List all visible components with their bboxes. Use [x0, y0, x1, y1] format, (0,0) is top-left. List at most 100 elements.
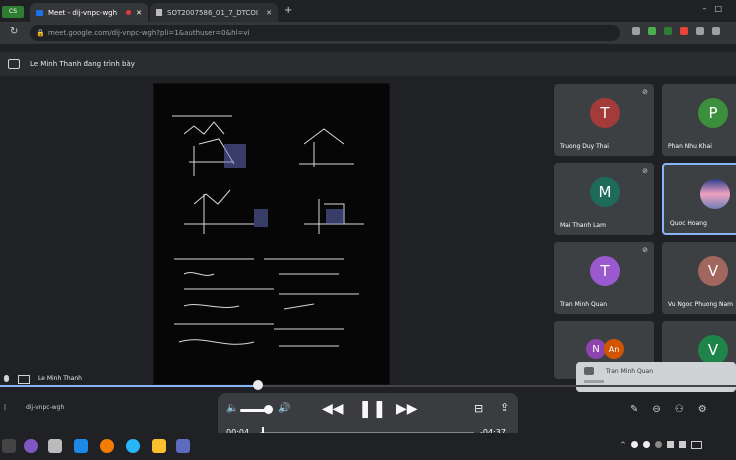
tray-icon — [654, 441, 662, 448]
tab-label: Meet - dij-vnpc-wgh — [48, 8, 118, 17]
reload-icon[interactable]: ↻ — [10, 26, 18, 37]
battery-icon — [690, 441, 702, 449]
toast-message-line — [584, 380, 604, 383]
mic-off-icon: ⊘ — [642, 246, 648, 254]
participant-name: Quoc Hoang — [670, 220, 707, 227]
pause-icon[interactable]: ❚❚ — [358, 399, 387, 419]
participant-tile[interactable]: V Vu Ngoc Phuong Nam — [662, 242, 736, 314]
rewind-icon[interactable]: ◀◀ — [322, 401, 344, 417]
participant-tile[interactable]: ⊘ M Mai Thanh Lam — [554, 163, 654, 235]
meet-progress-track — [0, 385, 736, 387]
recording-dot-icon — [126, 10, 132, 15]
participant-name: Truong Duy Thai — [560, 143, 609, 150]
meet-progress-fill — [0, 385, 258, 387]
pen-icon[interactable]: ✎ — [630, 404, 638, 415]
shared-screen — [153, 83, 390, 385]
meet-tab-icon — [36, 9, 43, 16]
participant-tile-speaking[interactable]: Quoc Hoang — [662, 163, 736, 235]
trim-icon[interactable]: ⊟ — [474, 402, 483, 415]
volume-fill — [240, 409, 266, 412]
window-controls: –□ — [702, 4, 730, 13]
tray-icon — [630, 441, 638, 448]
tray-icon — [642, 441, 650, 448]
screen-share-icon — [18, 375, 30, 384]
browser-icon[interactable] — [100, 439, 114, 453]
tab-meet[interactable]: Meet - dij-vnpc-wgh ✕ — [30, 3, 148, 22]
tray-chevron-icon[interactable]: ^ — [620, 441, 626, 449]
lock-icon: 🔒 — [36, 29, 45, 37]
browser-tab-strip: CS Meet - dij-vnpc-wgh ✕ SOT2007586_01_7… — [0, 0, 736, 22]
extension-icon[interactable] — [680, 27, 688, 35]
meet-progress-knob[interactable] — [253, 380, 263, 390]
avatar-photo — [700, 179, 730, 209]
meeting-code: dij-vnpc-wgh — [25, 404, 65, 411]
tab-label: SOT2007586_01_7_DTCOI — [167, 8, 258, 17]
new-tab-icon[interactable]: + — [284, 5, 292, 16]
participant-name: Tran Minh Quan — [560, 301, 607, 308]
camera-icon[interactable] — [632, 27, 640, 35]
meeting-code-row: | dij-vnpc-wgh — [0, 404, 64, 411]
presentation-icon — [8, 59, 20, 69]
chat-icon — [584, 367, 594, 375]
avatar: P — [698, 98, 728, 128]
search-icon[interactable] — [2, 439, 16, 453]
address-bar-row: ↻ 🔒 meet.google.com/dij-vnpc-wgh?pli=1&a… — [0, 22, 736, 44]
browser-divider — [0, 44, 736, 52]
avatar: N — [586, 339, 606, 359]
fast-forward-icon[interactable]: ▶▶ — [396, 401, 418, 417]
participant-name: Mai Thanh Lam — [560, 222, 606, 229]
tab-document[interactable]: SOT2007586_01_7_DTCOI ✕ — [150, 3, 278, 22]
presenter-name: Le Minh Thanh — [38, 375, 82, 382]
presenting-bar: Le Minh Thanh đang trình bày — [0, 52, 736, 76]
close-tab-icon[interactable]: ✕ — [136, 9, 142, 17]
toast-sender: Tran Minh Quan — [606, 368, 653, 375]
people-icon[interactable]: ⚇ — [675, 404, 684, 415]
extension-icon[interactable] — [712, 27, 720, 35]
toggle-icon[interactable]: ⊖ — [652, 404, 660, 415]
mic-off-icon: ⊘ — [642, 167, 648, 175]
url-field[interactable]: 🔒 meet.google.com/dij-vnpc-wgh?pli=1&aut… — [30, 25, 620, 41]
volume-low-icon: 🔈 — [226, 403, 239, 414]
extension-icon[interactable] — [648, 27, 656, 35]
avatar: M — [590, 177, 620, 207]
network-icon — [666, 441, 674, 448]
minimize-icon[interactable]: – — [702, 4, 714, 13]
chat-notification[interactable]: Tran Minh Quan — [576, 362, 736, 392]
file-explorer-icon[interactable] — [152, 439, 166, 453]
system-tray: ^ — [620, 441, 702, 449]
mic-off-icon: ⊘ — [642, 88, 648, 96]
avatar: An — [604, 339, 624, 359]
status-chip: CS — [2, 6, 24, 18]
app-icon[interactable] — [24, 439, 38, 453]
participant-tile[interactable]: P Phan Nhu Khai — [662, 84, 736, 156]
extension-icon[interactable] — [696, 27, 704, 35]
extension-icon[interactable] — [664, 27, 672, 35]
handwritten-notes — [172, 115, 364, 347]
mic-icon — [4, 375, 9, 382]
meeting-separator: | — [4, 404, 7, 411]
maximize-icon[interactable]: □ — [714, 4, 730, 13]
active-app-icon[interactable] — [176, 439, 190, 453]
document-tab-icon — [156, 9, 162, 16]
avatar: T — [590, 98, 620, 128]
os-taskbar: ^ — [0, 433, 736, 460]
meet-right-controls: ✎ ⊖ ⚇ ⚙ — [630, 404, 707, 415]
participant-name: Phan Nhu Khai — [668, 143, 712, 150]
volume-high-icon: 🔊 — [278, 403, 291, 414]
presenting-label: Le Minh Thanh đang trình bày — [30, 60, 135, 68]
presenter-label-row: Le Minh Thanh — [0, 372, 548, 386]
extension-icons — [632, 27, 720, 35]
url-text: meet.google.com/dij-vnpc-wgh?pli=1&authu… — [48, 29, 250, 37]
share-icon[interactable]: ⇪ — [500, 401, 509, 414]
volume-knob[interactable] — [264, 405, 273, 414]
avatar: V — [698, 256, 728, 286]
avatar: T — [590, 256, 620, 286]
close-tab-icon[interactable]: ✕ — [266, 9, 272, 17]
volume-tray-icon — [678, 441, 686, 448]
activities-icon[interactable]: ⚙ — [698, 404, 707, 415]
task-view-icon[interactable] — [48, 439, 62, 453]
participant-tile[interactable]: ⊘ T Tran Minh Quan — [554, 242, 654, 314]
vscode-icon[interactable] — [74, 439, 88, 453]
edge-icon[interactable] — [126, 439, 140, 453]
participant-tile[interactable]: ⊘ T Truong Duy Thai — [554, 84, 654, 156]
